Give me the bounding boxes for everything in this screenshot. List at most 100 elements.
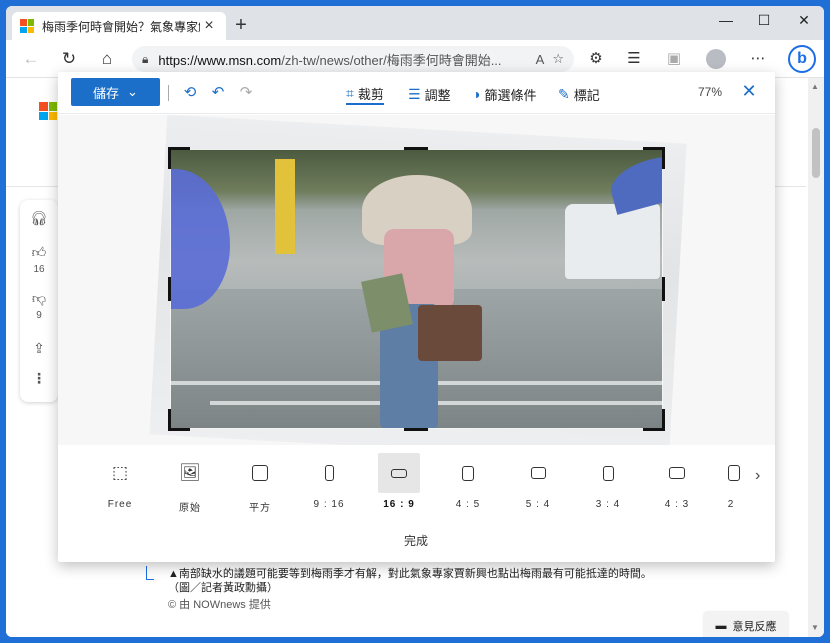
portrait-3-4-icon (602, 465, 614, 481)
portrait-9-16-icon (324, 465, 334, 481)
favorite-star-icon[interactable]: ☆ (552, 51, 564, 67)
microsoft-logo-icon (20, 19, 34, 33)
tab-filter[interactable]: ◑ 篩選條件 (472, 83, 536, 105)
ratio-square[interactable]: 平方 (238, 453, 282, 514)
crop-icon: ⌗ (346, 84, 354, 101)
tab-filter-label: 篩選條件 (484, 87, 537, 103)
address-bar[interactable]: 🔒︎ https://www.msn.com/zh-tw/news/other/… (132, 46, 574, 72)
crop-frame[interactable] (170, 149, 663, 429)
tab-title: 梅雨季何時會開始？氣象專家解 (42, 19, 200, 34)
crop-handle-bottom-right[interactable] (643, 409, 665, 431)
crop-handle-right[interactable] (662, 277, 665, 301)
profile-avatar[interactable] (706, 49, 726, 69)
landscape-5-4-icon (530, 467, 546, 479)
refresh-icon[interactable]: ↻ (58, 48, 80, 70)
portrait-4-5-icon (462, 465, 474, 481)
ratio-4-3[interactable]: 4 : 3 (655, 453, 699, 513)
close-editor-icon[interactable]: ✕ (739, 81, 759, 101)
ratio-4-5-label: 4 : 5 (455, 499, 481, 510)
crop-handle-left[interactable] (168, 277, 171, 301)
save-label: 儲存 (93, 85, 120, 101)
pen-icon: ✎ (558, 85, 570, 102)
ratio-5-4[interactable]: 5 : 4 (516, 453, 560, 513)
more-vertical-icon[interactable]: ⋮ (20, 370, 58, 387)
extensions-icon[interactable]: ⚙ (586, 49, 606, 69)
done-button[interactable]: 完成 (396, 532, 436, 549)
sliders-icon: ☰ (408, 85, 421, 102)
lock-icon[interactable]: 🔒︎ (142, 52, 148, 67)
undo-icon[interactable]: ↶ (208, 83, 228, 103)
new-tab-button[interactable]: + (230, 14, 252, 36)
free-crop-icon: ⬚ (111, 463, 129, 482)
crop-handle-bottom[interactable] (404, 428, 428, 431)
ratio-free-label: Free (107, 499, 133, 510)
ratio-original-label: 原始 (179, 503, 201, 514)
close-window-button[interactable]: ✕ (790, 12, 818, 29)
crop-handle-bottom-left[interactable] (168, 409, 190, 431)
caption-marker (146, 566, 154, 580)
ratio-2-label: 2 (727, 499, 735, 510)
aspect-ratio-bar: ⬚ Free 🖼︎ 原始 平方 9 : 16 16 : 9 4 : 5 5: … (58, 445, 775, 517)
back-arrow-icon[interactable]: ← (20, 48, 42, 70)
zoom-level: 77% (698, 85, 723, 99)
crop-handle-top-left[interactable] (168, 147, 190, 169)
landscape-16-9-icon (391, 468, 407, 478)
maximize-button[interactable]: ☐ (750, 12, 778, 29)
editor-toolbar: 儲存 ⌄ ⟲ ↶ ↷ ⌗ 裁剪 ☰ 調整 ◑ 篩選條件 ✎ 標記 77% ✕ (58, 72, 775, 114)
article-side-actions: 🎧︎ 👍︎ 16 👎︎ 9 ⇪ ⋮ (20, 200, 58, 402)
ratio-16-9[interactable]: 16 : 9 (377, 453, 421, 513)
ratio-9-16[interactable]: 9 : 16 (307, 453, 351, 513)
feedback-icon: ▬ (715, 620, 727, 632)
dislike-icon[interactable]: 👎︎ (20, 290, 58, 307)
share-icon[interactable]: ⇪ (20, 340, 58, 357)
url-text[interactable]: https://www.msn.com/zh-tw/news/other/梅雨季… (158, 50, 527, 69)
read-aloud-icon[interactable]: A (536, 52, 545, 67)
favorites-icon[interactable]: ☰ (624, 49, 644, 69)
like-icon[interactable]: 👍︎ (20, 244, 58, 261)
tab-bar: 梅雨季何時會開始？氣象專家解 × + — ☐ ✕ (6, 6, 824, 40)
ratio-original[interactable]: 🖼︎ 原始 (168, 453, 212, 514)
tab-markup[interactable]: ✎ 標記 (558, 83, 600, 105)
bing-button[interactable]: b (788, 45, 816, 73)
ratio-2[interactable]: 2 (718, 453, 744, 513)
portrait-2-icon (728, 465, 740, 481)
ratio-square-label: 平方 (249, 503, 271, 514)
browser-tab[interactable]: 梅雨季何時會開始？氣象專家解 × (12, 12, 226, 40)
image-editor-dialog: 儲存 ⌄ ⟲ ↶ ↷ ⌗ 裁剪 ☰ 調整 ◑ 篩選條件 ✎ 標記 77% ✕ ⬚… (58, 72, 775, 562)
ratio-3-4[interactable]: 3 : 4 (586, 453, 630, 513)
ratio-16-9-label: 16 : 9 (383, 499, 415, 510)
scroll-thumb[interactable] (812, 128, 820, 178)
crop-handle-top-right[interactable] (643, 147, 665, 169)
tab-markup-label: 標記 (573, 87, 600, 103)
like-count: 16 (33, 264, 45, 275)
redo-icon[interactable]: ↷ (236, 83, 256, 103)
original-image-icon: 🖼︎ (179, 463, 201, 482)
scroll-down-icon[interactable]: ▼ (811, 623, 819, 632)
chevron-right-icon[interactable]: › (755, 467, 760, 485)
tab-adjust-label: 調整 (424, 87, 451, 103)
image-caption: ▲南部缺水的議題可能要等到梅雨季才有解，對此氣象專家賈新興也點出梅雨最有可能抵達… (168, 568, 652, 594)
feedback-button[interactable]: ▬ 意見反應 (704, 612, 788, 637)
page-scrollbar[interactable]: ▲ ▼ (808, 78, 824, 637)
ratio-4-5[interactable]: 4 : 5 (446, 453, 490, 513)
save-button[interactable]: 儲存 ⌄ (71, 78, 160, 106)
minimize-button[interactable]: — (712, 12, 740, 28)
scroll-up-icon[interactable]: ▲ (811, 82, 819, 91)
collections-icon[interactable]: ▣ (664, 49, 684, 69)
ratio-free[interactable]: ⬚ Free (98, 453, 142, 513)
image-credit: © 由 NOWnews 提供 (168, 599, 271, 611)
tab-crop[interactable]: ⌗ 裁剪 (346, 83, 384, 105)
tab-crop-label: 裁剪 (357, 86, 384, 102)
feedback-label: 意見反應 (732, 621, 777, 633)
headphones-icon[interactable]: 🎧︎ (20, 210, 58, 227)
chevron-down-icon: ⌄ (127, 84, 138, 99)
msn-logo-icon[interactable] (39, 102, 57, 120)
ratio-5-4-label: 5 : 4 (525, 499, 551, 510)
crop-canvas[interactable] (58, 115, 775, 445)
tab-close-icon[interactable]: × (200, 17, 218, 35)
home-icon[interactable]: ⌂ (96, 48, 118, 70)
tab-adjust[interactable]: ☰ 調整 (408, 83, 451, 105)
crop-handle-top[interactable] (404, 147, 428, 150)
history-icon[interactable]: ⟲ (180, 83, 200, 103)
more-options-icon[interactable]: ⋯ (748, 49, 768, 69)
